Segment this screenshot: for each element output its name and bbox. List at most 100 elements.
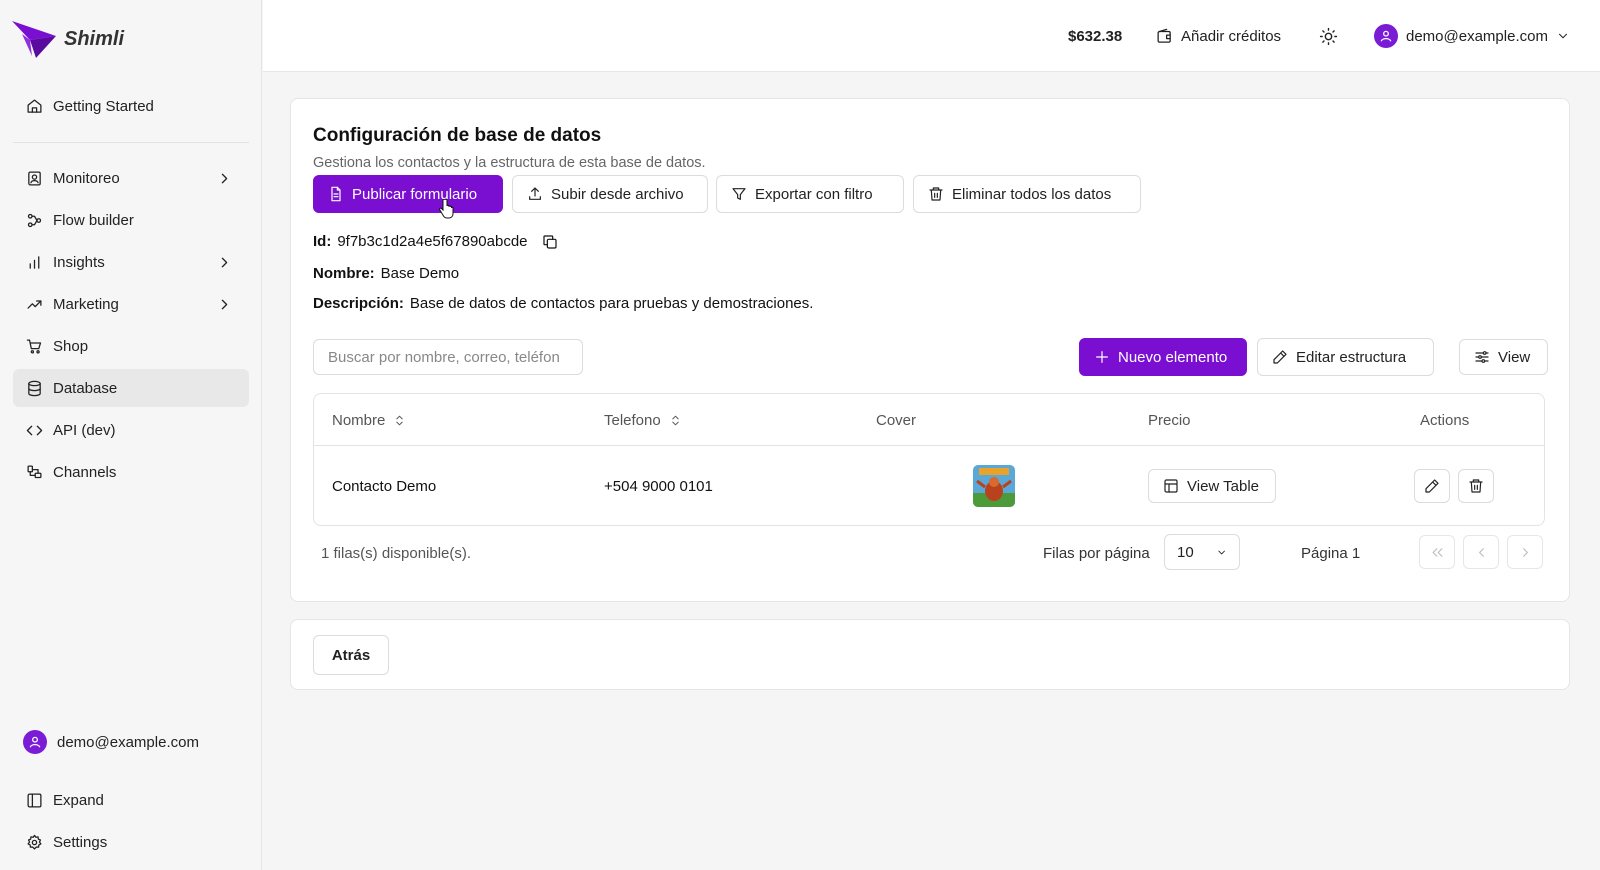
table-icon	[1164, 479, 1178, 493]
top-header: $632.38 Añadir créditos demo@example.com	[263, 0, 1600, 72]
column-label: Cover	[876, 411, 917, 429]
column-header-cover: Cover	[876, 394, 916, 446]
pointer-cursor-icon	[439, 199, 454, 219]
header-user-email: demo@example.com	[1406, 27, 1548, 45]
id-value: 9f7b3c1d2a4e5f67890abcde	[337, 233, 528, 250]
back-button[interactable]: Atrás	[313, 635, 389, 675]
sort-icon	[396, 415, 404, 425]
upload-file-button[interactable]: Subir desde archivo	[512, 175, 708, 213]
sidebar-divider	[13, 142, 249, 143]
edit-structure-button[interactable]: Editar estructura	[1257, 338, 1434, 376]
avatar	[23, 730, 47, 754]
user-menu[interactable]: demo@example.com	[1374, 0, 1570, 72]
sidebar-item-label: Channels	[53, 463, 117, 481]
previous-page-button[interactable]	[1463, 535, 1499, 569]
database-id-row: Id: 9f7b3c1d2a4e5f67890abcde	[313, 233, 558, 250]
search-input[interactable]	[313, 339, 583, 375]
page-subtitle: Gestiona los contactos y la estructura d…	[313, 155, 706, 171]
theme-toggle[interactable]	[1319, 0, 1338, 72]
add-credits-label: Añadir créditos	[1181, 27, 1282, 45]
sidebar-item-label: Shop	[53, 337, 89, 355]
game-cover-image	[973, 465, 1015, 507]
page-title: Configuración de base de datos	[313, 125, 602, 146]
view-options-button[interactable]: View	[1459, 339, 1548, 375]
database-icon	[28, 380, 41, 396]
cell-telefono: +504 9000 0101	[604, 477, 713, 495]
upload-icon	[529, 187, 541, 200]
publish-form-button[interactable]: Publicar formulario	[313, 175, 503, 213]
sidebar-item-marketing[interactable]: Marketing	[13, 285, 249, 323]
delete-all-button[interactable]: Eliminar todos los datos	[913, 175, 1141, 213]
workflow-icon	[27, 213, 42, 227]
column-label: Nombre	[332, 411, 386, 429]
app-logo[interactable]: Shimli	[10, 18, 124, 60]
cell-cover	[973, 446, 1015, 526]
pencil-icon	[1425, 479, 1439, 493]
publish-form-label: Publicar formulario	[352, 185, 478, 203]
cell-precio: View Table	[1148, 446, 1276, 526]
view-table-button[interactable]: View Table	[1148, 469, 1276, 503]
bar-chart-icon	[29, 255, 40, 269]
chevron-down-icon	[1218, 550, 1225, 554]
balance-display: $632.38	[1068, 0, 1122, 72]
expand-button[interactable]: Expand	[13, 781, 249, 819]
copy-icon[interactable]	[542, 234, 558, 250]
sidebar-item-label: Marketing	[53, 295, 119, 313]
sidebar-item-label: Database	[53, 379, 118, 397]
cover-thumbnail[interactable]	[973, 465, 1015, 507]
sidebar-item-insights[interactable]: Insights	[13, 243, 249, 281]
sidebar-item-label: Getting Started	[53, 97, 154, 115]
next-page-button[interactable]	[1507, 535, 1543, 569]
trash-icon	[1469, 479, 1483, 493]
export-filter-button[interactable]: Exportar con filtro	[716, 175, 904, 213]
sidebar-item-flow-builder[interactable]: Flow builder	[13, 201, 249, 239]
cart-icon	[26, 338, 42, 354]
sidebar-item-label: API (dev)	[53, 421, 116, 439]
edit-row-button[interactable]	[1414, 469, 1450, 503]
sidebar-user[interactable]: demo@example.com	[13, 723, 249, 761]
column-label: Telefono	[604, 411, 661, 429]
chevron-left-icon	[1478, 547, 1484, 557]
page-indicator: Página 1	[1301, 545, 1361, 562]
sidebar-item-getting-started[interactable]: Getting Started	[13, 87, 249, 125]
new-item-button[interactable]: Nuevo elemento	[1079, 338, 1247, 376]
code-icon	[26, 425, 43, 435]
delete-row-button[interactable]	[1458, 469, 1494, 503]
database-config-card: Configuración de base de datos Gestiona …	[290, 98, 1570, 602]
rows-per-page-select[interactable]: 10	[1164, 534, 1240, 570]
user-icon	[29, 736, 41, 748]
app-name: Shimli	[64, 27, 125, 50]
column-header-nombre[interactable]: Nombre	[332, 394, 406, 446]
avatar	[1374, 24, 1398, 48]
chevron-right-icon	[221, 257, 228, 268]
chevron-right-icon	[221, 173, 228, 184]
column-header-actions: Actions	[1420, 394, 1469, 446]
plus-icon	[1096, 351, 1108, 363]
sidebar-item-api-dev[interactable]: API (dev)	[13, 411, 249, 449]
sidebar-user-email: demo@example.com	[57, 733, 199, 751]
trending-up-icon	[27, 299, 42, 309]
channels-icon	[27, 464, 42, 478]
add-credits-button[interactable]: Añadir créditos	[1156, 0, 1281, 72]
gear-icon	[27, 834, 42, 850]
column-header-precio: Precio	[1148, 394, 1191, 446]
settings-button[interactable]: Settings	[13, 823, 249, 861]
sidebar-item-database[interactable]: Database	[13, 369, 249, 407]
column-header-telefono[interactable]: Telefono	[604, 394, 682, 446]
sidebar-item-shop[interactable]: Shop	[13, 327, 249, 365]
rows-per-page-value: 10	[1177, 543, 1194, 561]
balance-value: $632.38	[1068, 27, 1123, 45]
description-value: Base de datos de contactos para pruebas …	[409, 295, 814, 312]
first-page-button[interactable]	[1419, 535, 1455, 569]
sidebar-item-monitoreo[interactable]: Monitoreo	[13, 159, 249, 197]
cell-actions	[1414, 446, 1494, 526]
sidebar: Shimli Getting Started Monitoreo Flow bu…	[0, 0, 262, 870]
database-name-row: Nombre: Base Demo	[313, 265, 459, 282]
sun-icon	[1319, 27, 1338, 45]
sidebar-panel-icon	[27, 792, 42, 808]
sidebar-item-channels[interactable]: Channels	[13, 453, 249, 491]
chevron-right-icon	[221, 299, 228, 310]
back-label: Atrás	[331, 646, 371, 664]
id-label: Id:	[313, 233, 332, 250]
cell-nombre: Contacto Demo	[332, 477, 437, 495]
